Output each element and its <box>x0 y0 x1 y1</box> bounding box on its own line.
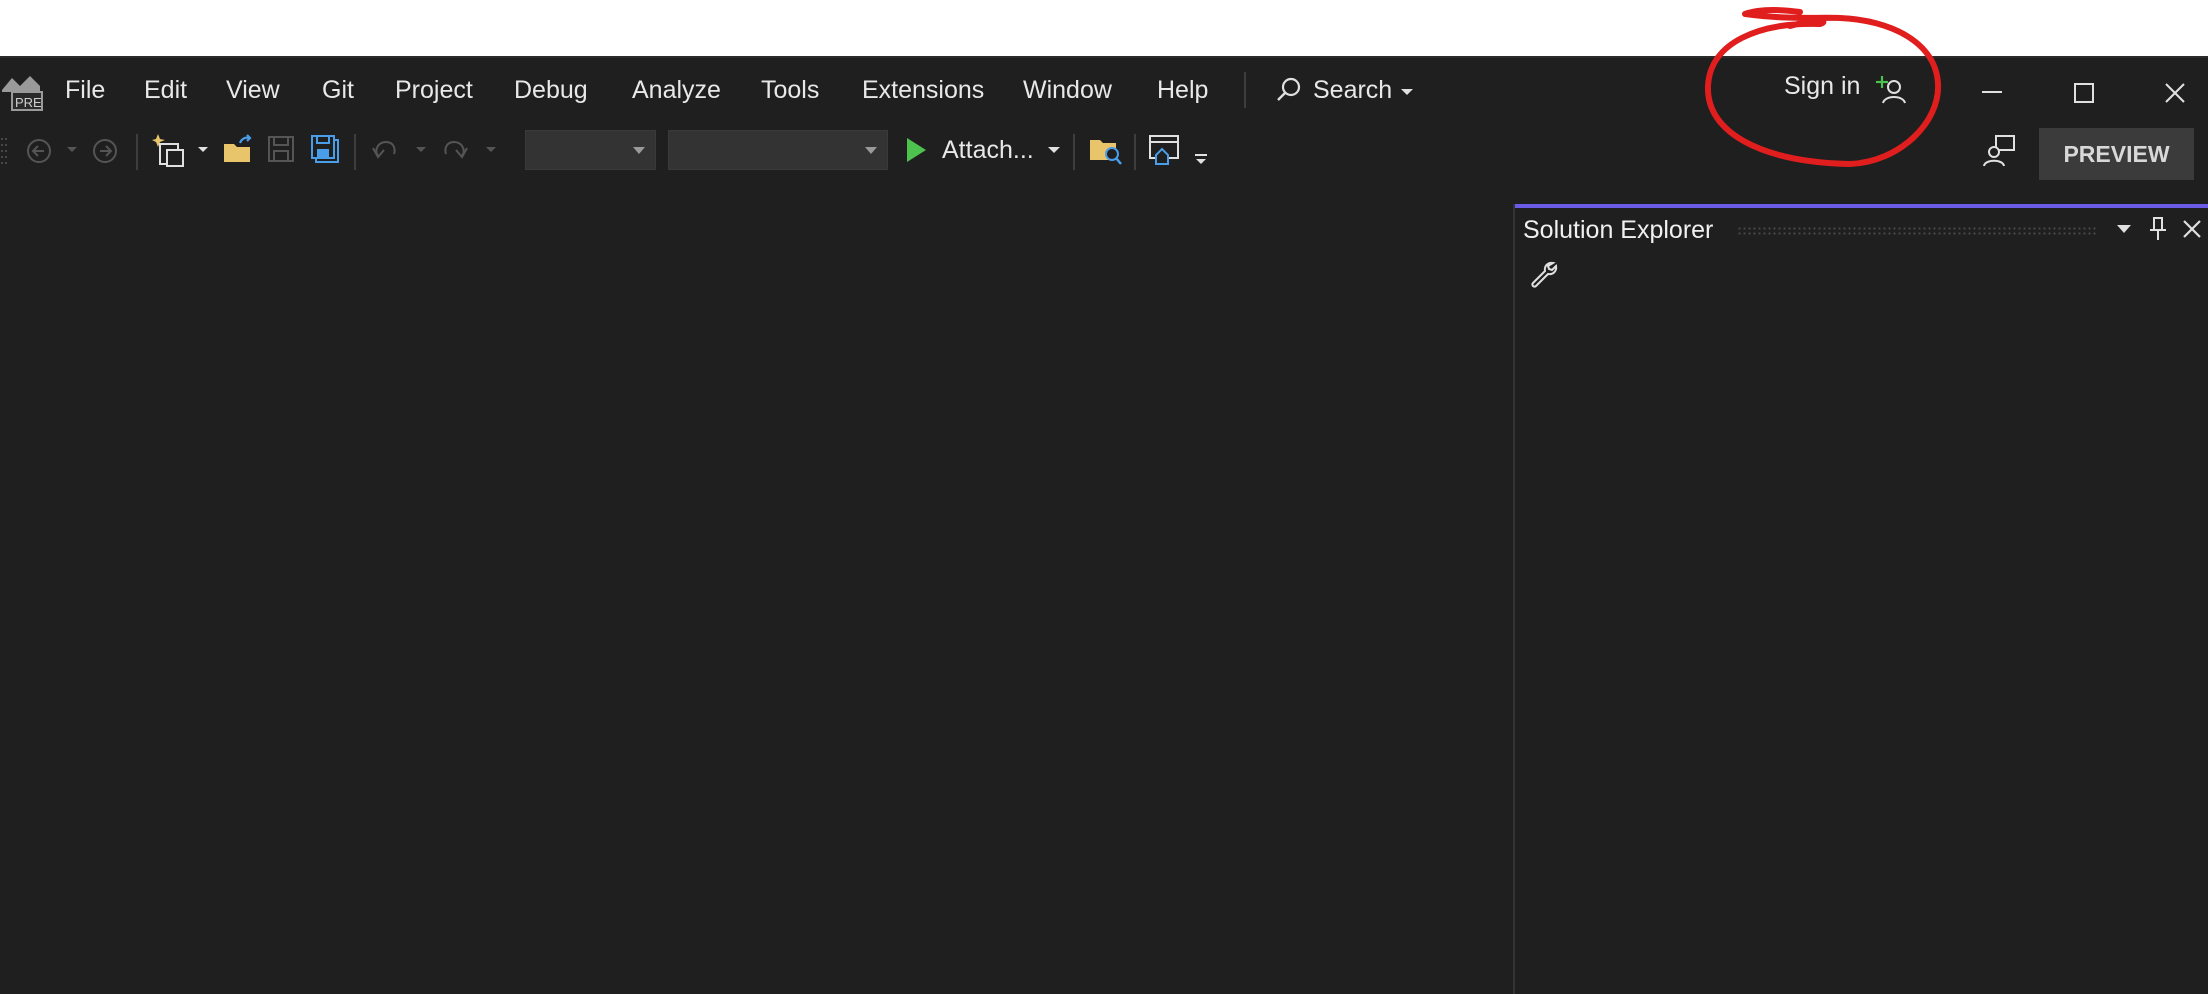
annotation-circle <box>1704 7 1942 167</box>
menu-extensions[interactable]: Extensions <box>862 76 984 105</box>
toolbar-separator <box>1073 134 1075 170</box>
maximize-icon <box>2074 83 2094 103</box>
menu-view[interactable]: View <box>226 76 280 105</box>
search-label: Search <box>1313 76 1393 104</box>
save-icon[interactable] <box>266 134 296 164</box>
open-file-icon[interactable] <box>222 134 254 166</box>
maximize-button[interactable] <box>2056 62 2112 116</box>
attach-label: Attach... <box>942 136 1034 164</box>
panel-drag-grip[interactable] <box>1737 226 2097 236</box>
menu-window[interactable]: Window <box>1023 76 1112 105</box>
solution-platform-combo[interactable] <box>668 130 888 170</box>
toolbar-separator <box>354 134 356 170</box>
toolbar-overflow-icon[interactable] <box>1194 154 1208 166</box>
toolbar-separator <box>1134 134 1136 170</box>
visual-studio-preview-logo-icon: PRE <box>0 70 44 112</box>
web-home-icon[interactable] <box>1148 134 1182 166</box>
close-icon[interactable] <box>2181 218 2203 240</box>
menu-tools[interactable]: Tools <box>761 76 819 105</box>
save-all-icon[interactable] <box>310 134 340 164</box>
chevron-down-icon[interactable] <box>197 146 209 154</box>
menu-help[interactable]: Help <box>1157 76 1208 105</box>
pin-icon[interactable] <box>2148 216 2168 242</box>
solution-explorer-title: Solution Explorer <box>1523 216 1714 244</box>
toolbar-grip-icon[interactable] <box>0 136 8 168</box>
menu-debug[interactable]: Debug <box>514 76 588 105</box>
chevron-down-icon <box>1401 89 1413 95</box>
play-icon <box>907 138 926 162</box>
chevron-down-icon <box>865 147 877 154</box>
redo-icon[interactable] <box>440 136 470 164</box>
chevron-down-icon[interactable] <box>1047 146 1061 156</box>
chevron-down-icon[interactable] <box>485 146 497 154</box>
properties-wrench-icon[interactable] <box>1529 260 1561 292</box>
toolbar-separator <box>136 134 138 170</box>
logo-badge-text: PRE <box>15 95 42 110</box>
active-panel-accent-bar <box>1515 204 2208 208</box>
preview-button[interactable]: PREVIEW <box>2039 128 2194 180</box>
search-icon <box>1277 77 1301 101</box>
new-project-icon[interactable] <box>152 132 188 170</box>
minimize-icon <box>1982 91 2002 93</box>
solution-explorer-panel: Solution Explorer <box>1513 204 2208 994</box>
chevron-down-icon[interactable] <box>66 146 78 154</box>
menu-file[interactable]: File <box>65 76 105 105</box>
solution-configuration-combo[interactable] <box>525 130 656 170</box>
menu-project[interactable]: Project <box>395 76 473 105</box>
find-in-files-icon[interactable] <box>1088 134 1122 166</box>
undo-icon[interactable] <box>370 136 400 164</box>
chevron-down-icon <box>633 147 645 154</box>
menu-analyze[interactable]: Analyze <box>632 76 721 105</box>
close-icon <box>2165 83 2185 103</box>
panel-menu-dropdown-icon[interactable] <box>2116 224 2132 236</box>
chevron-down-icon[interactable] <box>415 146 427 154</box>
navigate-forward-icon[interactable] <box>90 136 120 166</box>
menu-git[interactable]: Git <box>322 76 354 105</box>
menu-edit[interactable]: Edit <box>144 76 187 105</box>
feedback-icon[interactable] <box>1982 134 2016 168</box>
navigate-back-icon[interactable] <box>24 136 54 166</box>
menu-separator <box>1244 72 1246 108</box>
minimize-button[interactable] <box>1964 62 2020 116</box>
close-window-button[interactable] <box>2147 62 2203 116</box>
